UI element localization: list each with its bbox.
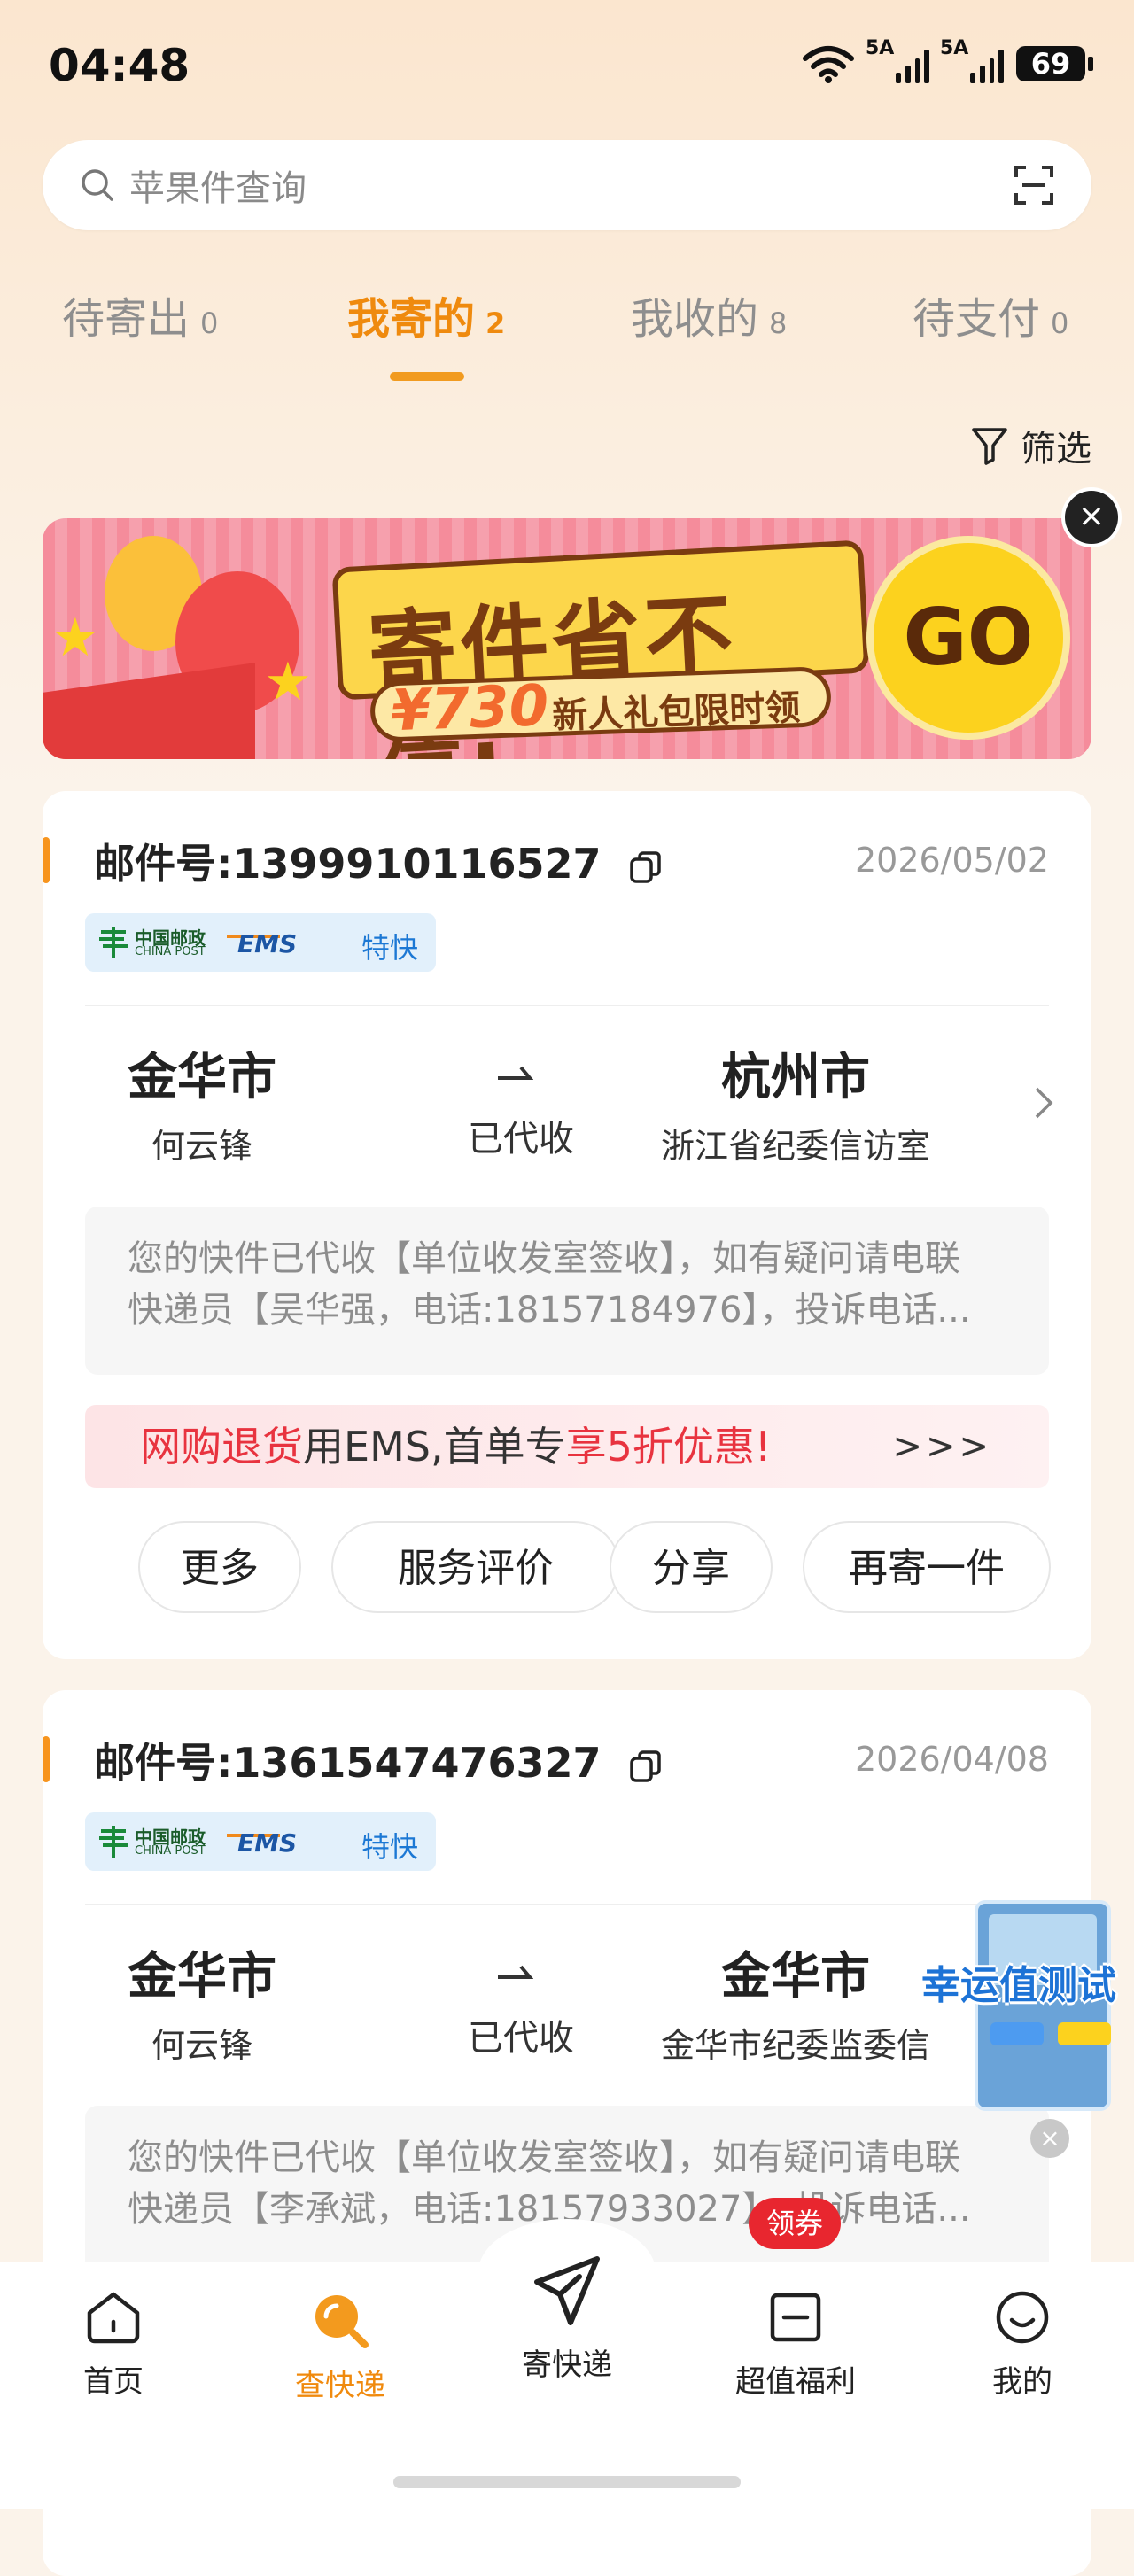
filter-button[interactable]: 筛选 — [971, 420, 1091, 471]
ems-logo: EMS — [237, 1828, 298, 1858]
profile-icon — [996, 2291, 1049, 2344]
promo-banner[interactable]: ★ ★ 寄件省不停! ¥730 新人礼包限时领 GO — [43, 518, 1091, 759]
gift-box-graphic — [43, 663, 255, 759]
ems-logo: EMS — [237, 929, 298, 958]
tracking-message: 您的快件已代收【单位收发室签收】，如有疑问请电联 快递员【吴华强，电话:1815… — [85, 1207, 1049, 1375]
card-accent-bar — [43, 1736, 50, 1782]
tab-sent[interactable]: 我寄的 2 — [347, 283, 505, 345]
shipment-date: 2026/05/02 — [854, 841, 1049, 880]
home-icon — [87, 2292, 140, 2344]
shipment-date: 2026/04/08 — [854, 1740, 1049, 1779]
battery-indicator: 69 — [1016, 46, 1093, 81]
service-type: 特快 — [361, 1830, 419, 1864]
card-accent-bar — [43, 837, 50, 883]
china-post-logo-icon — [99, 1826, 128, 1858]
signal-icon-2: 5A — [940, 37, 1004, 83]
tab-pending-send[interactable]: 待寄出 0 — [62, 283, 218, 345]
status-icons: 5A 5A 69 — [802, 37, 1093, 83]
active-tab-indicator — [390, 372, 464, 381]
shipment-tabs: 待寄出 0 我寄的 2 我收的 8 待支付 0 — [0, 283, 1134, 390]
copy-icon[interactable] — [628, 850, 664, 885]
coupon-icon — [770, 2293, 821, 2342]
chevron-right-icon[interactable] — [1033, 1085, 1054, 1121]
banner-subtitle: ¥730 新人礼包限时领 — [369, 665, 833, 744]
filter-icon — [972, 428, 1007, 465]
banner-close-button[interactable]: × — [1065, 491, 1118, 544]
from-city: 金华市 — [128, 1049, 276, 1106]
nav-benefits[interactable]: 超值福利 — [725, 2290, 866, 2401]
rate-service-button[interactable]: 服务评价 — [331, 1521, 620, 1613]
china-post-logo-icon — [99, 927, 128, 958]
scan-icon[interactable] — [1014, 165, 1054, 206]
to-city: 金华市 — [721, 1948, 870, 2006]
to-city: 杭州市 — [721, 1049, 870, 1106]
to-person: 浙江省纪委信访室 — [660, 1127, 930, 1166]
shipment-card[interactable]: 邮件号:1399910116527 2026/05/02 中国邮政 CHINA … — [43, 791, 1091, 1659]
shipment-status: 已代收 — [468, 2018, 574, 2059]
search-placeholder: 苹果件查询 — [129, 168, 307, 209]
service-type: 特快 — [361, 931, 419, 965]
more-button[interactable]: 更多 — [138, 1521, 301, 1613]
carrier-badge: 中国邮政 CHINA POST EMS 特快 — [85, 913, 436, 972]
star-icon: ★ — [51, 607, 99, 669]
star-icon: ★ — [264, 651, 312, 713]
send-icon — [534, 2256, 600, 2325]
nav-track[interactable]: 查快递 — [269, 2290, 411, 2404]
search-package-icon — [315, 2295, 369, 2348]
copy-icon[interactable] — [628, 1749, 664, 1784]
mail-number: 邮件号:1399910116527 — [94, 832, 664, 890]
status-time: 04:48 — [49, 40, 190, 91]
route-arrow-icon — [498, 1965, 533, 1979]
send-again-button[interactable]: 再寄一件 — [803, 1521, 1051, 1613]
signal-icon-1: 5A — [866, 37, 929, 83]
route-arrow-icon — [498, 1066, 533, 1080]
nav-profile[interactable]: 我的 — [951, 2290, 1093, 2401]
banner-go-button[interactable]: GO — [866, 536, 1070, 740]
mail-number: 邮件号:1361547476327 — [94, 1731, 664, 1789]
to-person: 金华市纪委监委信 — [660, 2026, 930, 2065]
widget-label: 幸运值测试 — [921, 1963, 1116, 2008]
coupon-badge[interactable]: 领券 — [749, 2198, 841, 2249]
search-icon — [82, 169, 113, 201]
shipment-status: 已代收 — [468, 1119, 574, 1160]
carrier-badge: 中国邮政 CHINA POST EMS 特快 — [85, 1812, 436, 1871]
from-person: 何云锋 — [151, 1127, 252, 1166]
nav-home[interactable]: 首页 — [43, 2290, 184, 2401]
home-indicator[interactable] — [393, 2476, 741, 2488]
tab-received[interactable]: 我收的 8 — [631, 283, 787, 345]
return-promo-bar[interactable]: 网购退货用EMS,首单专享5折优惠! >>> — [85, 1405, 1049, 1488]
widget-close-button[interactable]: × — [1030, 2119, 1069, 2158]
filter-label: 筛选 — [1021, 429, 1091, 469]
from-city: 金华市 — [128, 1948, 276, 2006]
search-bar[interactable]: 苹果件查询 — [43, 140, 1091, 230]
tab-pending-payment[interactable]: 待支付 0 — [913, 283, 1068, 345]
divider — [85, 1005, 1049, 1006]
share-button[interactable]: 分享 — [610, 1521, 773, 1613]
divider — [85, 1904, 1049, 1905]
lucky-test-widget[interactable]: 幸运值测试 — [921, 1900, 1134, 2113]
from-person: 何云锋 — [151, 2026, 252, 2065]
nav-send[interactable]: 寄快递 — [496, 2250, 638, 2384]
wifi-icon — [803, 46, 854, 83]
